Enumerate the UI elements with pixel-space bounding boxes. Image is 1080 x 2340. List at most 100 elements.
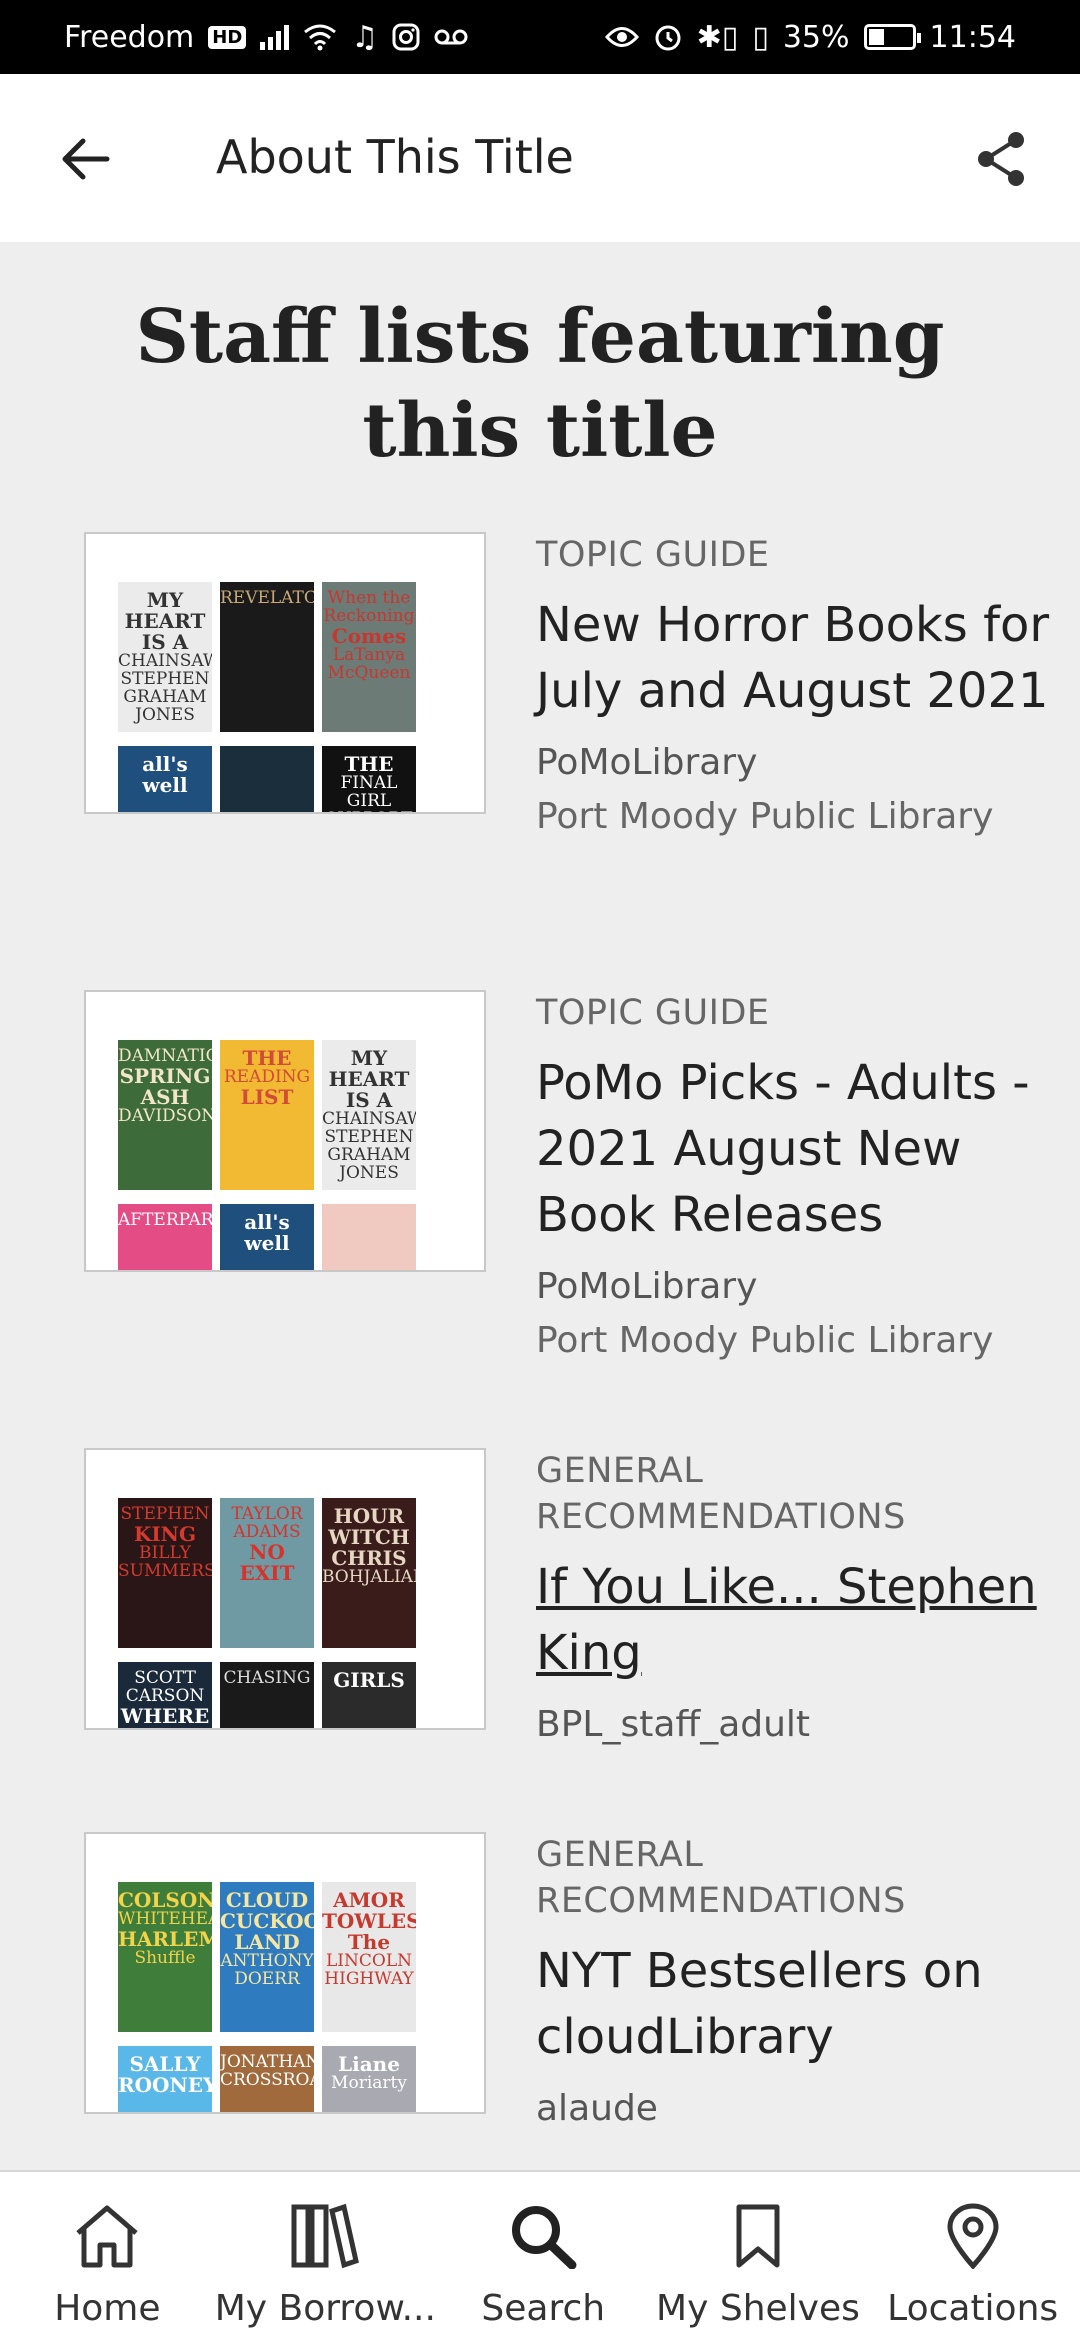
share-icon — [978, 132, 1024, 186]
book-cover: CLOUD CUCKOO LAND ANTHONY DOERR — [220, 1882, 314, 2032]
list-author: BPL_staff_adult — [536, 1704, 811, 1745]
book-cover-text: LAND — [234, 1930, 300, 1954]
bookmark-icon — [718, 2196, 798, 2276]
signal-icon — [260, 24, 290, 50]
book-cover-text: HEART — [124, 609, 206, 633]
book-cover-text: CLOUD — [225, 1888, 309, 1912]
share-button[interactable] — [966, 124, 1036, 194]
list-meta: TOPIC GUIDE New Horror Books for July and… — [536, 532, 1056, 844]
list-title-link[interactable]: PoMo Picks - Adults - 2021 August New Bo… — [536, 1050, 1056, 1248]
carrier-name: Freedom — [64, 19, 195, 55]
list-title-link[interactable]: If You Like... Stephen King — [536, 1554, 1056, 1686]
list-meta: GENERAL RECOMMENDATIONS If You Like... St… — [536, 1448, 1056, 1752]
book-cover-text: all's — [244, 1210, 290, 1234]
book-cover-text: COLSON — [118, 1888, 212, 1912]
list-type-label: TOPIC GUIDE — [536, 535, 770, 575]
list-title-link[interactable]: NYT Bestsellers on cloudLibrary — [536, 1938, 1056, 2070]
bluetooth-battery-icon: ✱▯ — [696, 19, 739, 55]
book-cover-text: IS A — [345, 1088, 393, 1112]
alarm-icon — [655, 25, 681, 51]
instagram-icon — [392, 23, 420, 51]
book-cover: COLSONWHITEHEADHARLEMShuffle — [118, 1882, 212, 2032]
book-cover: GIRLS — [322, 1662, 416, 1728]
list-cover-collage[interactable]: COLSONWHITEHEADHARLEMShuffleCLOUDCUCKOOL… — [84, 1832, 486, 2114]
book-cover-text: Shuffle — [134, 1947, 196, 1968]
hd-icon: HD — [208, 25, 247, 49]
list-cover-collage[interactable]: STEPHEN KING BILLY SUMMERS TAYLOR ADAMS NO EX… — [84, 1448, 486, 1730]
book-cover-text: MY — [146, 588, 184, 612]
book-cover-text: SPRING — [119, 1063, 211, 1088]
nav-label: Locations — [887, 2288, 1059, 2329]
book-cover-text: HOUR — [333, 1504, 405, 1528]
book-cover: CHASING — [220, 1662, 314, 1728]
book-cover-text: ROONEY — [118, 2073, 212, 2097]
book-cover-text: BILLY SUMMERS — [118, 1542, 212, 1581]
music-icon: ♫ — [351, 19, 379, 55]
back-button[interactable] — [50, 124, 120, 194]
list-cover-collage[interactable]: MY HEART IS A CHAINSAW STEPHEN GRAHAM JONES R… — [84, 532, 486, 814]
app-bar: About This Title — [0, 74, 1080, 242]
book-cover: STEPHEN KING BILLY SUMMERS — [118, 1498, 212, 1648]
book-cover: AMOR TOWLES The LINCOLN HIGHWAY — [322, 1882, 416, 2032]
book-cover: SCOTT CARSON WHERE — [118, 1662, 212, 1728]
arrow-left-icon — [62, 138, 110, 180]
list-cover-collage[interactable]: DAMNATIONSPRINGASHDAVIDSONTHEREADINGLIST… — [84, 990, 486, 1272]
book-cover-text: AMOR — [333, 1888, 405, 1912]
nav-home[interactable]: Home — [0, 2172, 215, 2340]
book-cover-text: CHASING — [223, 1668, 311, 1688]
book-cover: JONATHANCROSSROADS — [220, 2046, 314, 2112]
book-cover: SALLY ROONEY — [118, 2046, 212, 2112]
book-cover-text: MY — [350, 1046, 388, 1070]
book-cover-text: BOHJALIAN — [322, 1567, 416, 1587]
book-cover-text: GIRLS — [333, 1668, 405, 1692]
vibrate-icon: ▯ — [752, 19, 769, 55]
book-cover: THEFINAL GIRLSUPPORT — [322, 746, 416, 812]
list-library: Port Moody Public Library — [536, 1320, 994, 1361]
book-cover-text: SCOTT CARSON — [125, 1668, 205, 1706]
book-cover-text: HEART — [328, 1067, 410, 1091]
nav-bookmark[interactable]: My Shelves — [651, 2172, 866, 2340]
nav-label: Search — [481, 2288, 606, 2329]
battery-icon — [863, 24, 921, 50]
list-type-label: GENERAL RECOMMENDATIONS — [536, 1451, 906, 1537]
book-cover-text: STEPHEN GRAHAM JONES — [120, 668, 210, 725]
nav-books[interactable]: My Borrow... — [215, 2172, 436, 2340]
list-author: alaude — [536, 2088, 658, 2129]
nav-label: My Shelves — [656, 2288, 860, 2329]
page-title: About This Title — [216, 130, 574, 184]
book-cover-text: KING — [133, 1521, 197, 1546]
book-cover-text: DOERR — [234, 1968, 300, 1989]
list-meta: TOPIC GUIDE PoMo Picks - Adults - 2021 Au… — [536, 990, 1056, 1368]
nav-location-pin[interactable]: Locations — [865, 2172, 1080, 2340]
home-icon — [67, 2196, 147, 2276]
book-cover-text: LIST — [240, 1084, 294, 1109]
clock: 11:54 — [929, 19, 1016, 55]
bottom-nav: Home My Borrow... Search My Shelves Location… — [0, 2170, 1080, 2340]
book-cover-text: Liane — [338, 2052, 400, 2076]
book-cover-text: THE — [344, 752, 394, 776]
book-cover-text: ASH — [140, 1084, 190, 1109]
nav-search[interactable]: Search — [436, 2172, 651, 2340]
book-cover-text: AFTERPARTIES — [118, 1210, 212, 1230]
list-type-label: GENERAL RECOMMENDATIONS — [536, 1835, 906, 1921]
voicemail-icon — [434, 29, 468, 45]
nav-label: Home — [54, 2288, 161, 2329]
list-title-link[interactable]: New Horror Books for July and August 202… — [536, 592, 1056, 724]
book-cover-text: The — [347, 1930, 391, 1954]
book-cover: MY HEART IS A CHAINSAW STEPHEN GRAHAM JONES — [118, 582, 212, 732]
book-cover-text: CROSSROADS — [220, 2069, 314, 2090]
section-heading: Staff lists featuring this title — [135, 294, 945, 474]
list-author: PoMoLibrary — [536, 742, 758, 783]
book-cover-text: well — [244, 1231, 290, 1255]
book-cover — [322, 1204, 416, 1270]
book-cover: Liane Moriarty — [322, 2046, 416, 2112]
book-cover-text: CUCKOO — [220, 1909, 314, 1933]
book-cover-text: REVELATOR — [220, 588, 314, 608]
book-cover-text: WHERE — [120, 1703, 210, 1728]
location-pin-icon — [933, 2196, 1013, 2276]
book-cover-text: EXIT — [239, 1560, 295, 1585]
eye-icon — [604, 27, 639, 47]
book-cover-text: STEPHEN GRAHAM JONES — [324, 1126, 414, 1183]
book-cover-text: Comes — [331, 623, 407, 648]
book-cover-text: WITCH — [328, 1525, 410, 1549]
